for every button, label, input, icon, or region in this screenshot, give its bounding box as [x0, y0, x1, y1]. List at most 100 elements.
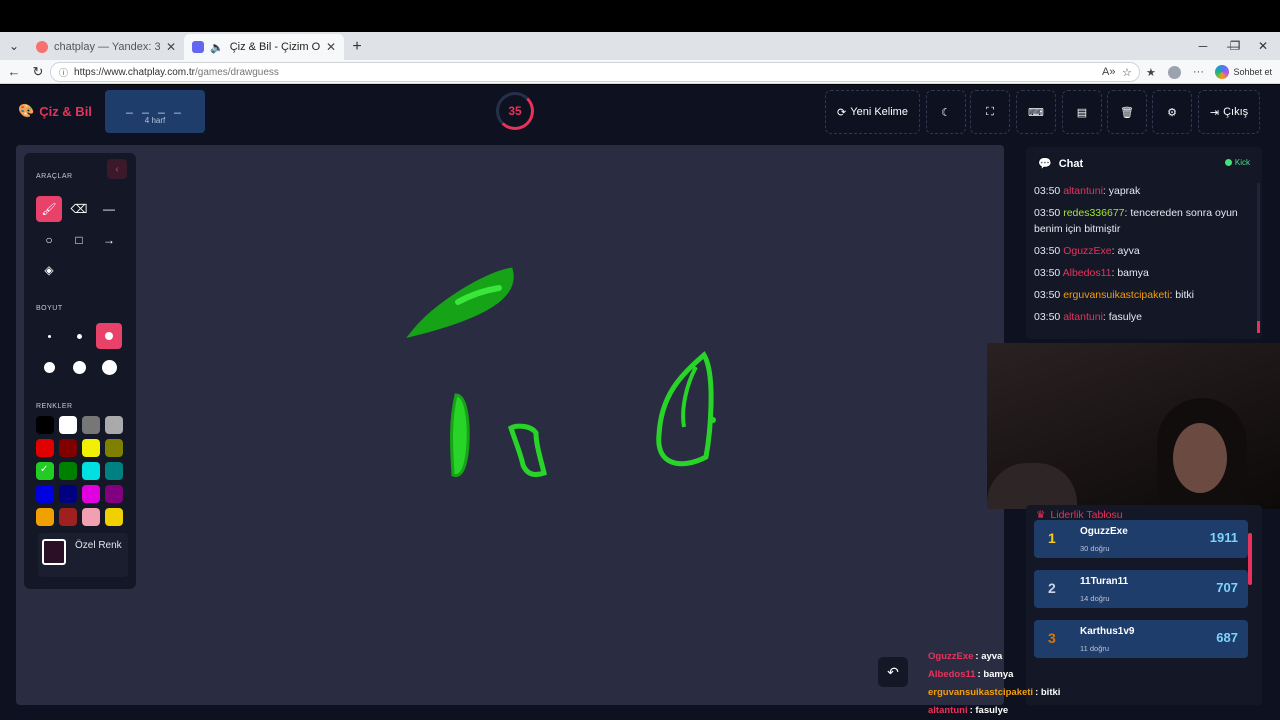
browser-tabstrip: ⌄ chatplay — Yandex: 3 bin sonuç b ✕ 🔈 Ç…	[0, 32, 1280, 60]
overlay-text: : fasulye	[969, 705, 1009, 716]
colors-label: RENKLER	[36, 403, 73, 410]
chat-username[interactable]: Albedos11	[1063, 267, 1112, 279]
custom-color-swatch[interactable]	[42, 539, 66, 565]
keyboard-button[interactable]: ⌨	[1016, 90, 1056, 134]
reload-icon[interactable]: ↻	[26, 60, 50, 84]
player-name: Karthus1v9	[1080, 626, 1135, 637]
size-5[interactable]	[66, 354, 92, 380]
chat-time: 03:50	[1034, 289, 1061, 301]
color-swatch[interactable]	[36, 485, 54, 503]
color-swatch[interactable]	[82, 485, 100, 503]
fill-tool[interactable]: ◈	[36, 257, 62, 283]
chat-message: 03:50 altantuni: fasulye	[1034, 309, 1258, 325]
custom-color-button[interactable]: Özel Renk	[38, 533, 128, 577]
line-tool[interactable]: —	[96, 196, 122, 222]
chat-username[interactable]: altantuni	[1063, 311, 1103, 323]
exit-button[interactable]: ⇥ Çıkış	[1198, 90, 1260, 134]
collapse-panel-button[interactable]: ‹	[107, 159, 127, 179]
color-swatch[interactable]	[105, 508, 123, 526]
color-swatch[interactable]	[82, 462, 100, 480]
new-word-button[interactable]: ⟳ Yeni Kelime	[825, 90, 920, 134]
overlay-chat-line: OguzzExe: ayva	[928, 648, 1088, 666]
sign-out-icon: ⇥	[1209, 106, 1220, 119]
color-swatch[interactable]	[59, 439, 77, 457]
url-field[interactable]: ⓘ https://www.chatplay.com.tr/games/draw…	[50, 62, 1140, 82]
eraser-tool[interactable]: ⌫	[66, 196, 92, 222]
size-1[interactable]	[36, 323, 62, 349]
new-tab-button[interactable]: +	[344, 34, 370, 60]
drawing-canvas[interactable]: ARAÇLAR ‹ 🖌 ⌫ — ○ □ → ◈ BOYUT RENKLER Öz…	[16, 145, 1004, 705]
chat-username[interactable]: OguzzExe	[1063, 245, 1111, 257]
color-swatch[interactable]	[36, 462, 54, 480]
stroke-bean-1	[450, 393, 470, 477]
chat-scrollbar[interactable]	[1257, 183, 1260, 333]
undo-button[interactable]: ↶	[878, 657, 908, 687]
fullscreen-button[interactable]: ⛶	[970, 90, 1010, 134]
chat-time: 03:50	[1034, 207, 1061, 219]
color-swatch[interactable]	[59, 462, 77, 480]
favorites-icon[interactable]: ★	[1146, 60, 1156, 84]
profile-avatar[interactable]	[1168, 60, 1181, 84]
color-swatch[interactable]	[82, 508, 100, 526]
chat-username[interactable]: erguvansuikastcipaketi	[1063, 289, 1169, 301]
settings-button[interactable]: ⚙	[1152, 90, 1192, 134]
url-path: /games/drawguess	[194, 66, 279, 78]
stream-chat-overlay: OguzzExe: ayva Albedos11: bamya erguvansui…	[928, 648, 1088, 720]
chat-title: Chat	[1058, 157, 1084, 170]
overlay-chat-line: erguvansuikastcipaketi: bitki	[928, 684, 1088, 702]
rectangle-tool[interactable]: □	[66, 227, 92, 253]
circle-icon: ○	[45, 233, 53, 247]
address-bar-row: ← ↻ ⓘ https://www.chatplay.com.tr/games/…	[0, 60, 1280, 84]
chat-username[interactable]: altantuni	[1063, 185, 1103, 197]
dark-mode-button[interactable]: ☾	[926, 90, 966, 134]
color-swatch[interactable]	[36, 439, 54, 457]
archive-button[interactable]: ▤	[1062, 90, 1102, 134]
player-score: 707	[1216, 580, 1238, 595]
tab-ciz-bil[interactable]: 🔈 Çiz & Bil - Çizim Oyunu ✕	[184, 34, 344, 60]
comments-icon: 💬	[1038, 158, 1052, 170]
color-swatch[interactable]	[36, 508, 54, 526]
tab-list-chevron-icon[interactable]: ⌄	[0, 32, 28, 60]
color-swatch[interactable]	[105, 462, 123, 480]
color-swatch[interactable]	[36, 416, 54, 434]
favorite-star-icon[interactable]: ☆	[1122, 60, 1132, 84]
restore-button[interactable]: ❐	[1218, 32, 1252, 60]
color-swatch[interactable]	[59, 485, 77, 503]
rank-number: 1	[1048, 530, 1056, 546]
back-icon[interactable]: ←	[2, 60, 26, 84]
size-6[interactable]	[96, 354, 122, 380]
square-icon: □	[75, 233, 83, 247]
brush-icon: 🖌	[41, 202, 57, 216]
close-tab-icon[interactable]: ✕	[326, 40, 336, 54]
speaker-icon[interactable]: 🔈	[210, 41, 224, 54]
site-info-icon[interactable]: ⓘ	[59, 66, 68, 79]
color-swatch[interactable]	[82, 439, 100, 457]
chat-username[interactable]: redes336677	[1063, 207, 1124, 219]
palette-icon: 🎨	[18, 103, 35, 118]
size-2[interactable]	[66, 323, 92, 349]
minimize-button[interactable]: ─	[1186, 32, 1220, 60]
arrow-tool[interactable]: →	[96, 227, 122, 253]
tab-yandex[interactable]: chatplay — Yandex: 3 bin sonuç b ✕	[28, 34, 184, 60]
color-swatch[interactable]	[105, 439, 123, 457]
clear-canvas-button[interactable]: 🗑	[1107, 90, 1147, 134]
color-swatch[interactable]	[82, 416, 100, 434]
more-menu-icon[interactable]: ···	[1193, 60, 1204, 84]
size-4[interactable]	[36, 354, 62, 380]
overlay-text: : bamya	[977, 669, 1014, 680]
brush-tool[interactable]: 🖌	[36, 196, 62, 222]
close-tab-icon[interactable]: ✕	[166, 40, 176, 54]
correct-count: 30 doğru	[1080, 544, 1110, 553]
color-swatch[interactable]	[59, 508, 77, 526]
chat-message: 03:50 Albedos11: bamya	[1034, 265, 1258, 281]
circle-tool[interactable]: ○	[36, 227, 62, 253]
color-swatch[interactable]	[105, 485, 123, 503]
close-window-button[interactable]: ✕	[1248, 32, 1278, 60]
color-swatch[interactable]	[105, 416, 123, 434]
size-3[interactable]	[96, 323, 122, 349]
read-aloud-icon[interactable]: A»	[1102, 60, 1115, 84]
top-black-bar	[0, 0, 1280, 32]
copilot-button[interactable]: Sohbet et	[1215, 62, 1272, 82]
leaderboard-scrollbar[interactable]	[1248, 533, 1252, 585]
color-swatch[interactable]	[59, 416, 77, 434]
